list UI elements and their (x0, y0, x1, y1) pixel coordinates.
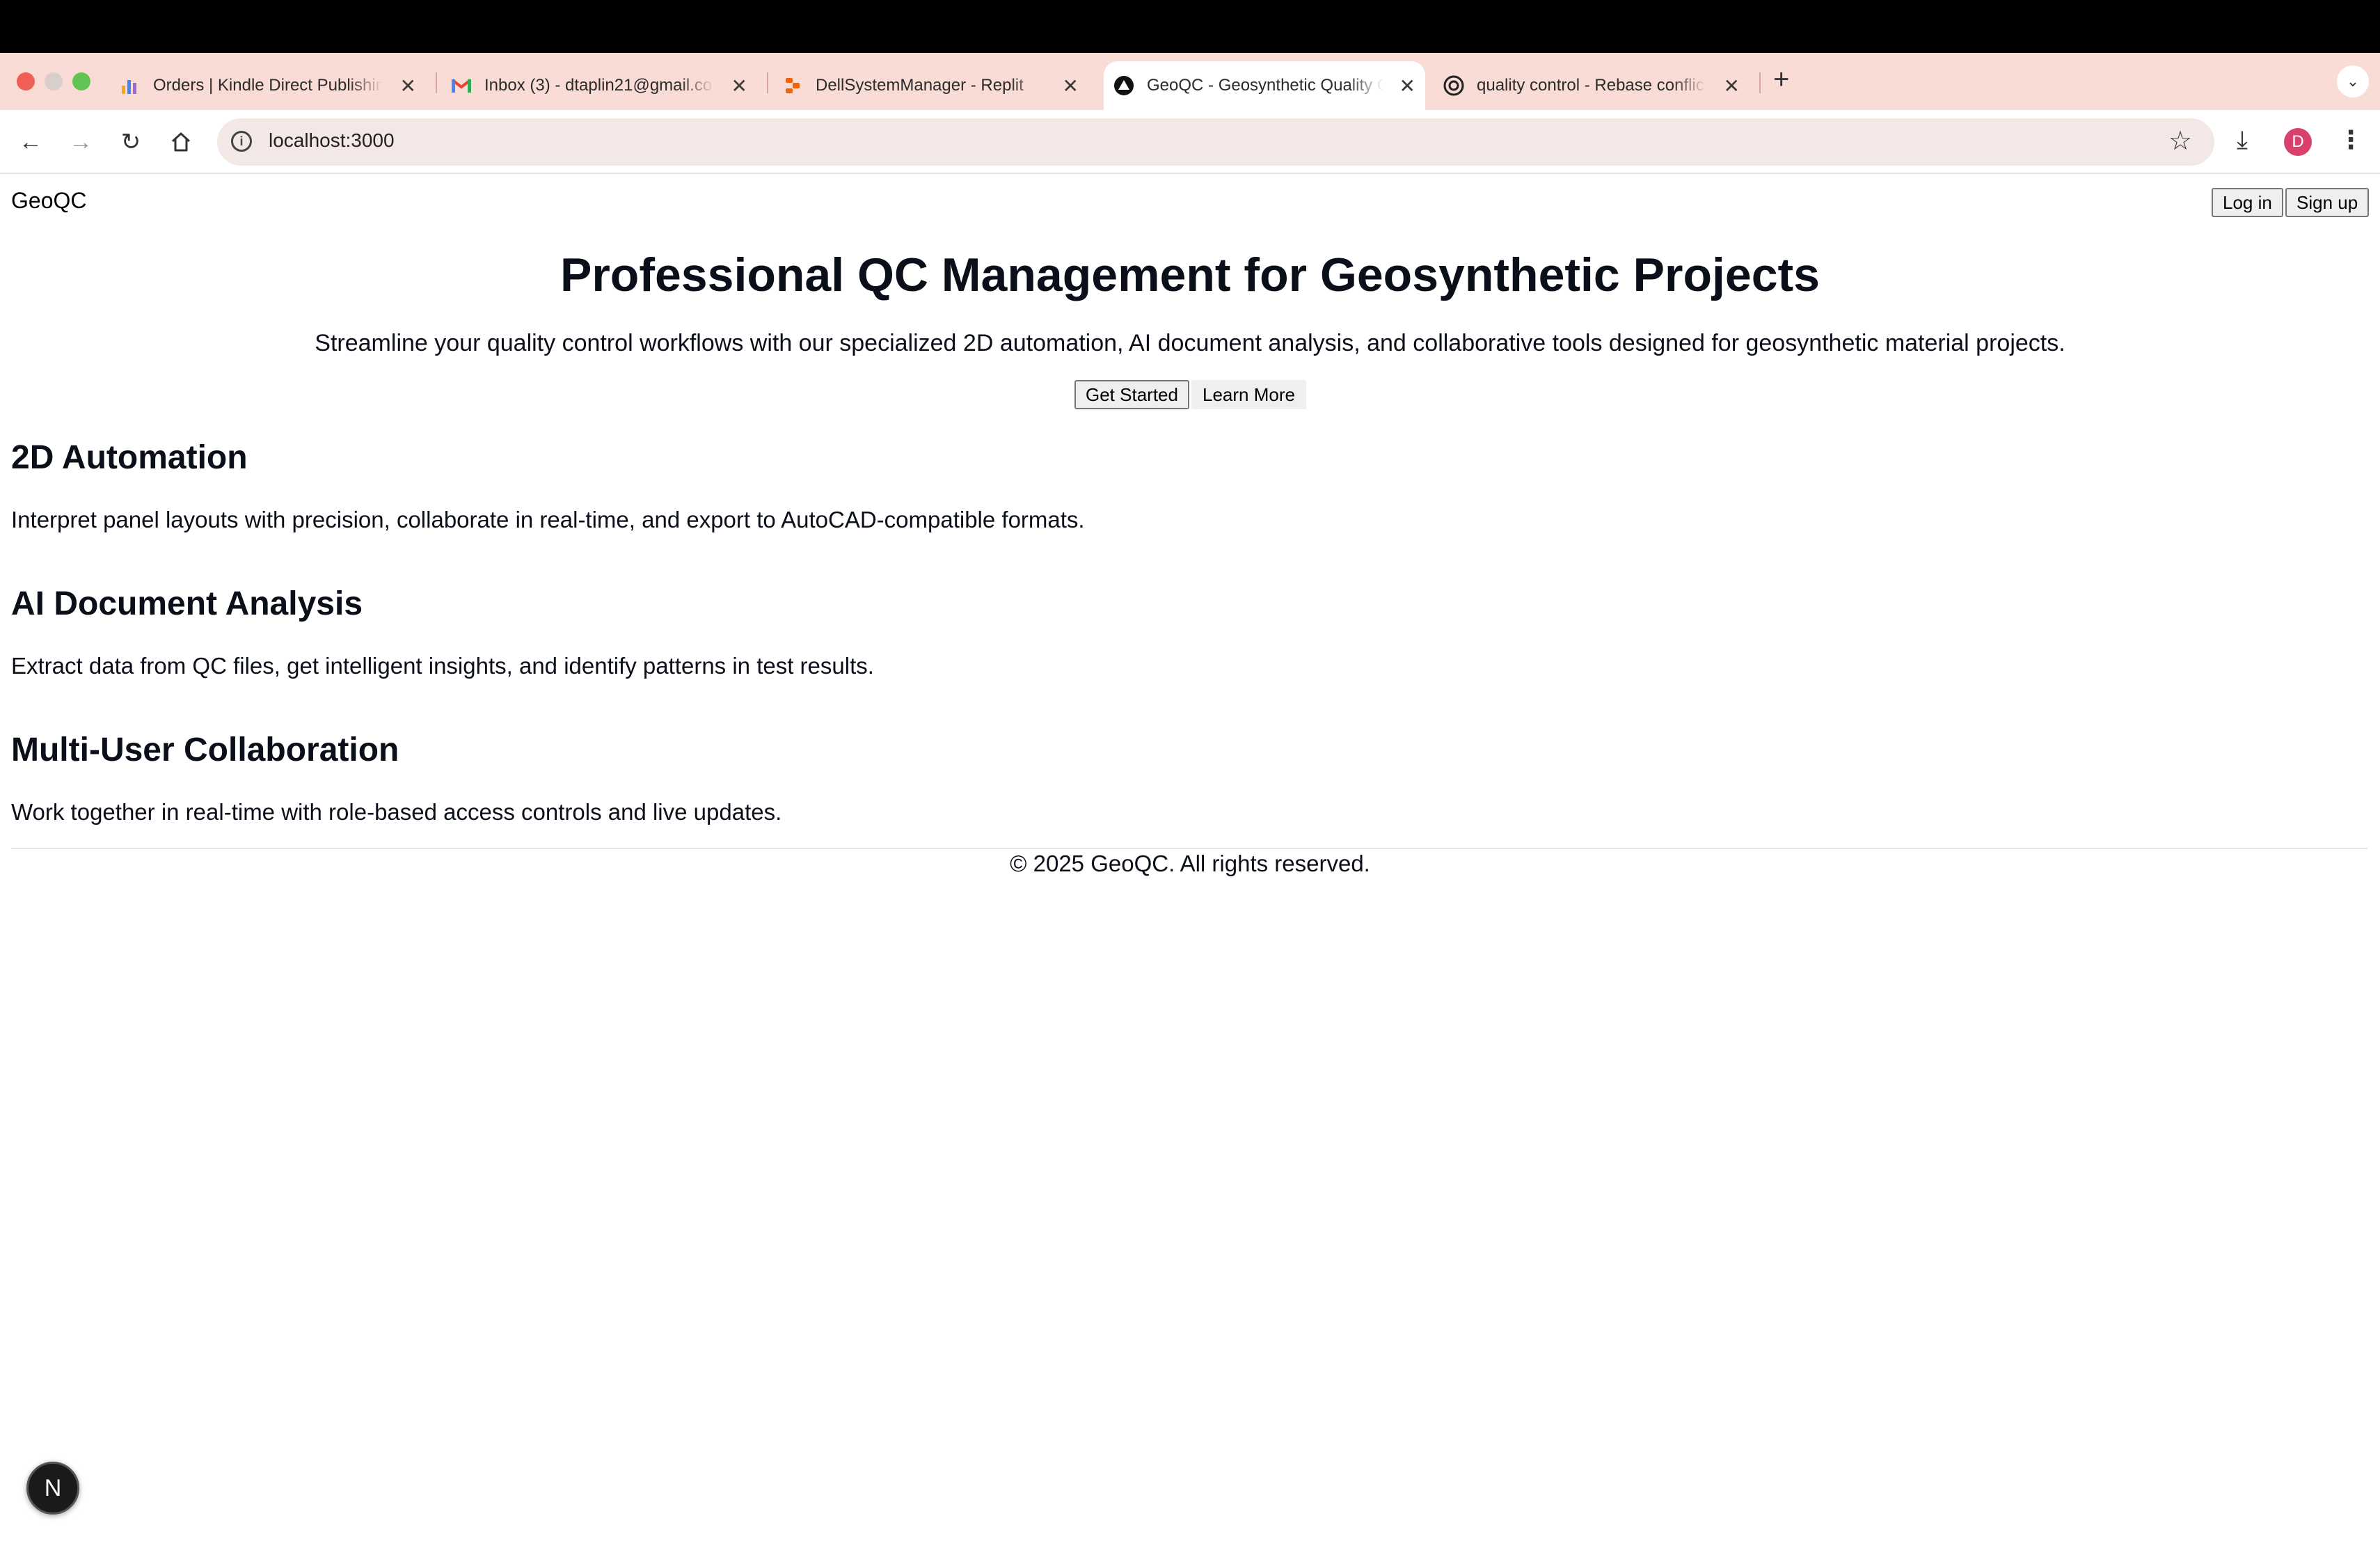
tab-separator (767, 72, 768, 93)
chevron-down-icon[interactable]: ⌄ (2337, 65, 2369, 97)
feature-desc-ai-document-analysis: Extract data from QC files, get intellig… (11, 653, 874, 679)
feature-title-multi-user-collaboration: Multi-User Collaboration (11, 732, 399, 768)
triangle-icon (1113, 75, 1134, 96)
tab-separator (436, 72, 437, 93)
window-top-bar (0, 0, 2380, 53)
brand-logo[interactable]: GeoQC (11, 188, 86, 214)
hero-subtitle: Streamline your quality control workflow… (315, 330, 2065, 356)
learn-more-button[interactable]: Learn More (1191, 380, 1306, 409)
close-icon[interactable]: ✕ (731, 74, 747, 97)
tab-replit[interactable]: DellSystemManager - Replit ✕ (782, 61, 1088, 110)
profile-avatar[interactable]: D (2284, 128, 2312, 156)
feature-title-ai-document-analysis: AI Document Analysis (11, 585, 363, 622)
address-bar[interactable] (217, 118, 2214, 166)
site-info-icon[interactable]: i (231, 131, 252, 152)
footer-copyright: © 2025 GeoQC. All rights reserved. (1010, 851, 1370, 876)
reload-icon[interactable]: ↻ (114, 125, 148, 159)
forward-arrow-icon[interactable]: → (64, 125, 97, 159)
tab-title: Inbox (3) - dtaplin21@gmail.com (484, 76, 714, 95)
close-icon[interactable]: ✕ (1724, 74, 1740, 97)
maximize-window-button[interactable] (72, 72, 90, 90)
footer-divider (11, 848, 2367, 849)
tab-title: Orders | Kindle Direct Publishing (153, 76, 383, 95)
tab-title: quality control - Rebase conflict (1477, 76, 1706, 95)
replit-icon (782, 75, 803, 96)
tab-title: GeoQC - Geosynthetic Quality Control (1147, 76, 1383, 95)
tab-title: DellSystemManager - Replit (816, 76, 1024, 95)
home-icon[interactable] (164, 125, 198, 159)
download-icon[interactable]: ⤓ (2237, 125, 2248, 155)
minimize-window-button[interactable] (45, 72, 63, 90)
tab-geoqc[interactable]: GeoQC - Geosynthetic Quality Control ✕ (1104, 61, 1425, 110)
nextjs-dev-badge[interactable]: N (26, 1462, 79, 1515)
new-tab-button[interactable]: + (1773, 65, 1789, 93)
bar-chart-icon (120, 75, 141, 96)
close-window-button[interactable] (17, 72, 35, 90)
hero-title: Professional QC Management for Geosynthe… (560, 248, 1820, 301)
feature-title-2d-automation: 2D Automation (11, 439, 248, 476)
bookmark-star-icon[interactable]: ☆ (2168, 125, 2192, 157)
close-icon[interactable]: ✕ (1063, 74, 1079, 97)
close-icon[interactable]: ✕ (1399, 74, 1415, 97)
openai-icon (1443, 75, 1464, 96)
tab-gmail-inbox[interactable]: Inbox (3) - dtaplin21@gmail.com ✕ (451, 61, 757, 110)
feature-desc-2d-automation: Interpret panel layouts with precision, … (11, 507, 1085, 532)
more-menu-icon[interactable]: ⋮ (2338, 125, 2363, 155)
get-started-button[interactable]: Get Started (1074, 380, 1189, 409)
tab-separator (1759, 72, 1761, 93)
tab-rebase-conflict[interactable]: quality control - Rebase conflict ✕ (1443, 61, 1750, 110)
close-icon[interactable]: ✕ (400, 74, 416, 97)
url-text[interactable]: localhost:3000 (269, 129, 395, 152)
back-arrow-icon[interactable]: ← (14, 125, 47, 159)
gmail-icon (451, 75, 472, 96)
login-button[interactable]: Log in (2212, 188, 2283, 217)
signup-button[interactable]: Sign up (2285, 188, 2370, 217)
feature-desc-multi-user-collaboration: Work together in real-time with role-bas… (11, 799, 782, 825)
tab-kindle-orders[interactable]: Orders | Kindle Direct Publishing ✕ (120, 61, 426, 110)
